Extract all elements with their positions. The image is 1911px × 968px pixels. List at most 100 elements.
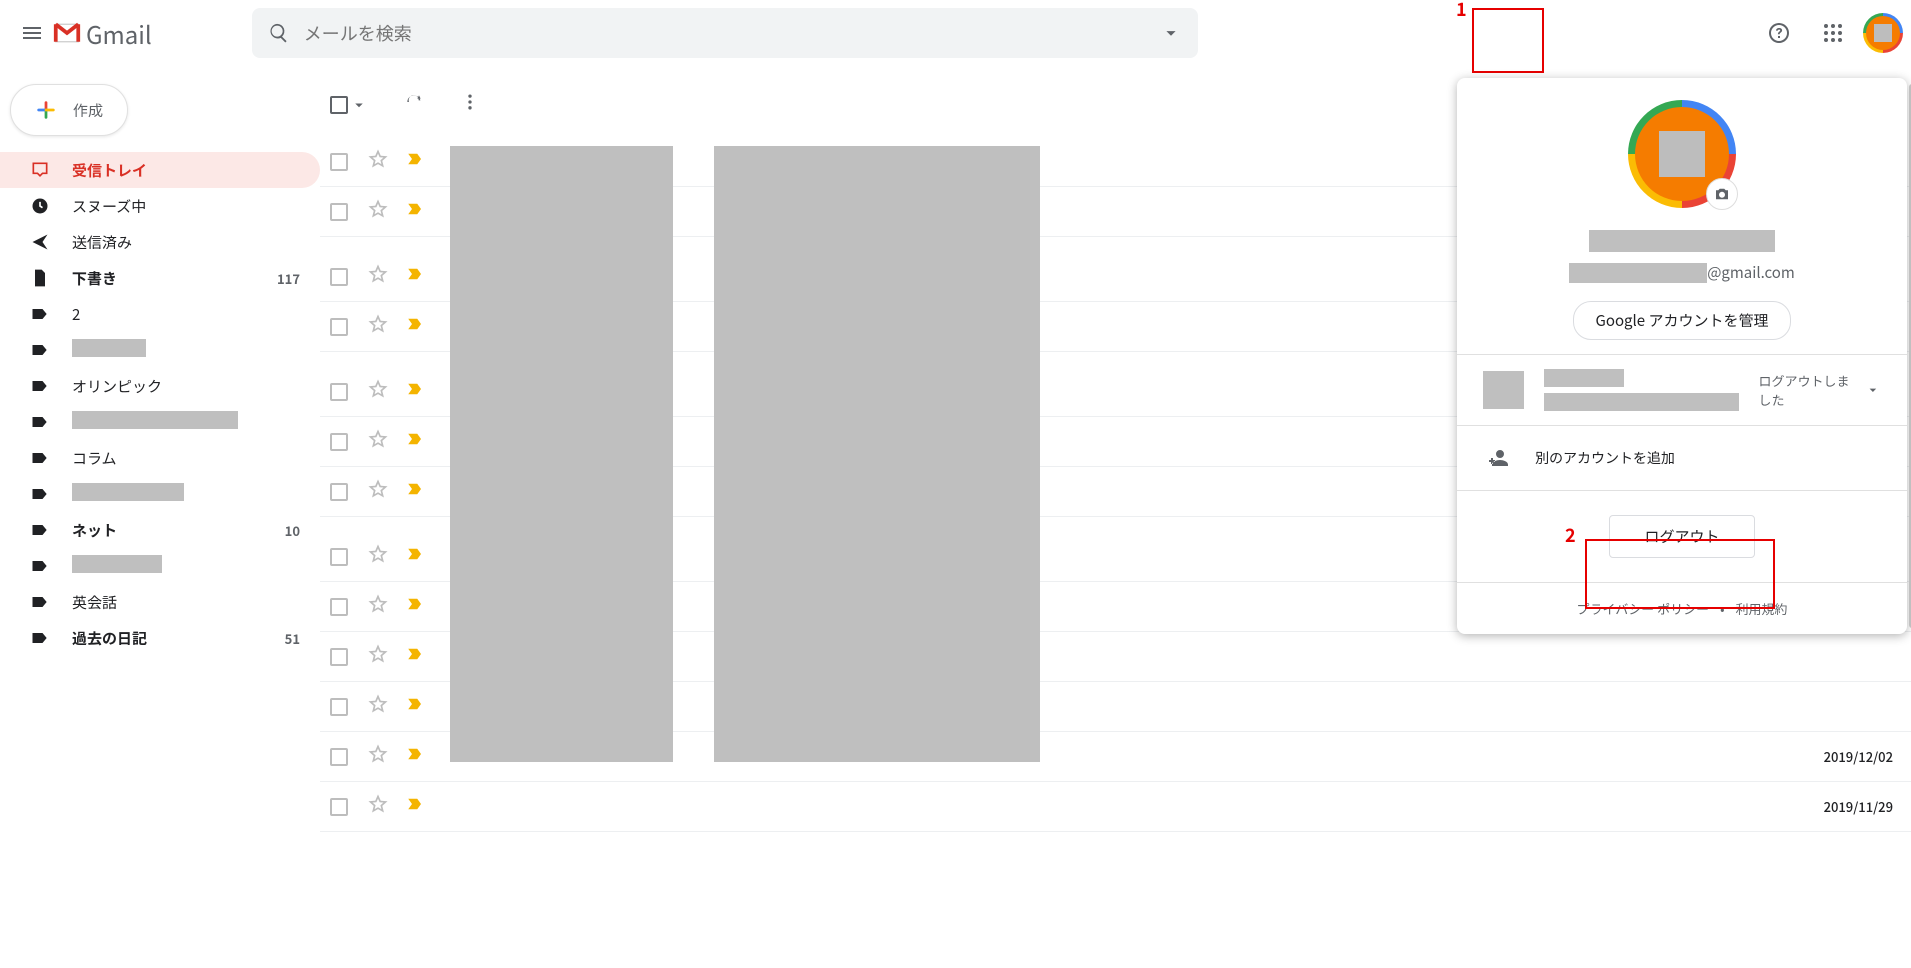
- star-button[interactable]: [368, 379, 388, 404]
- compose-button[interactable]: 作成: [10, 84, 128, 136]
- importance-button[interactable]: [406, 430, 424, 453]
- star-button[interactable]: [368, 544, 388, 569]
- account-popup: @gmail.com Google アカウントを管理 ログアウトしました 別のア…: [1457, 78, 1907, 634]
- row-checkbox[interactable]: [330, 548, 348, 566]
- star-button[interactable]: [368, 264, 388, 289]
- row-checkbox[interactable]: [330, 268, 348, 286]
- sidebar-item-9[interactable]: [0, 476, 320, 512]
- sidebar-count: 10: [285, 521, 300, 540]
- sidebar-count: 117: [277, 269, 300, 288]
- sidebar-item-8[interactable]: コラム: [0, 440, 320, 476]
- privacy-link[interactable]: プライバシー ポリシー: [1577, 599, 1710, 618]
- star-button[interactable]: [368, 744, 388, 769]
- star-button[interactable]: [368, 644, 388, 669]
- importance-button[interactable]: [406, 695, 424, 718]
- star-button[interactable]: [368, 694, 388, 719]
- help-button[interactable]: [1755, 9, 1803, 57]
- star-button[interactable]: [368, 794, 388, 819]
- row-checkbox[interactable]: [330, 383, 348, 401]
- refresh-button[interactable]: [404, 92, 424, 117]
- sidebar-item-5[interactable]: [0, 332, 320, 368]
- importance-button[interactable]: [406, 480, 424, 503]
- manage-account-button[interactable]: Google アカウントを管理: [1573, 301, 1792, 340]
- row-checkbox[interactable]: [330, 153, 348, 171]
- row-checkbox[interactable]: [330, 748, 348, 766]
- sidebar-item-2[interactable]: 送信済み: [0, 224, 320, 260]
- row-checkbox[interactable]: [330, 433, 348, 451]
- mail-row[interactable]: 2019/12/02: [320, 732, 1911, 782]
- header: Gmail: [0, 0, 1911, 78]
- row-checkbox[interactable]: [330, 798, 348, 816]
- label-icon: [30, 412, 50, 432]
- other-account-row[interactable]: ログアウトしました: [1457, 355, 1907, 426]
- importance-button[interactable]: [406, 265, 424, 288]
- importance-button[interactable]: [406, 795, 424, 818]
- gmail-logo[interactable]: Gmail: [52, 16, 152, 51]
- star-icon: [368, 199, 388, 219]
- importance-icon: [406, 745, 424, 763]
- row-checkbox[interactable]: [330, 698, 348, 716]
- sidebar-item-4[interactable]: 2: [0, 296, 320, 332]
- sidebar-item-3[interactable]: 下書き117: [0, 260, 320, 296]
- row-checkbox[interactable]: [330, 648, 348, 666]
- importance-button[interactable]: [406, 150, 424, 173]
- logout-button[interactable]: ログアウト: [1609, 515, 1754, 558]
- mail-row[interactable]: [320, 632, 1911, 682]
- mail-row[interactable]: [320, 682, 1911, 732]
- search-input[interactable]: [302, 19, 1148, 47]
- sidebar-item-13[interactable]: 過去の日記51: [0, 620, 320, 656]
- row-checkbox[interactable]: [330, 203, 348, 221]
- importance-button[interactable]: [406, 745, 424, 768]
- star-button[interactable]: [368, 479, 388, 504]
- mail-date: 2019/12/02: [1806, 747, 1911, 766]
- more-button[interactable]: [460, 92, 480, 117]
- importance-button[interactable]: [406, 380, 424, 403]
- add-account-button[interactable]: 別のアカウントを追加: [1457, 426, 1907, 491]
- account-avatar-button[interactable]: [1863, 13, 1903, 53]
- row-checkbox[interactable]: [330, 483, 348, 501]
- importance-icon: [406, 695, 424, 713]
- star-icon: [368, 744, 388, 764]
- importance-button[interactable]: [406, 545, 424, 568]
- row-checkbox[interactable]: [330, 318, 348, 336]
- importance-icon: [406, 380, 424, 398]
- importance-button[interactable]: [406, 200, 424, 223]
- other-account-avatar: [1483, 371, 1524, 409]
- sidebar-item-6[interactable]: オリンピック: [0, 368, 320, 404]
- importance-button[interactable]: [406, 645, 424, 668]
- select-all-button[interactable]: [330, 96, 368, 114]
- apps-button[interactable]: [1809, 9, 1857, 57]
- chevron-down-icon[interactable]: [1865, 381, 1881, 399]
- select-all-checkbox[interactable]: [330, 96, 348, 114]
- sidebar-label: オリンピック: [72, 376, 300, 397]
- sidebar-item-7[interactable]: [0, 404, 320, 440]
- row-checkbox[interactable]: [330, 598, 348, 616]
- star-button[interactable]: [368, 149, 388, 174]
- star-button[interactable]: [368, 429, 388, 454]
- other-account-name-redacted: [1544, 369, 1624, 387]
- sidebar-item-11[interactable]: [0, 548, 320, 584]
- sidebar-label: 受信トレイ: [72, 160, 300, 181]
- star-icon: [368, 644, 388, 664]
- sidebar-item-1[interactable]: スヌーズ中: [0, 188, 320, 224]
- importance-icon: [406, 200, 424, 218]
- search-options-icon[interactable]: [1160, 22, 1182, 44]
- sidebar-item-10[interactable]: ネット10: [0, 512, 320, 548]
- change-photo-button[interactable]: [1706, 178, 1738, 210]
- importance-button[interactable]: [406, 315, 424, 338]
- label-icon: [30, 520, 50, 540]
- sidebar-item-12[interactable]: 英会話: [0, 584, 320, 620]
- importance-button[interactable]: [406, 595, 424, 618]
- terms-link[interactable]: 利用規約: [1735, 599, 1787, 618]
- label-icon: [30, 304, 50, 324]
- mail-row[interactable]: 2019/11/29: [320, 782, 1911, 832]
- menu-button[interactable]: [8, 9, 56, 57]
- refresh-icon: [404, 92, 424, 112]
- star-button[interactable]: [368, 199, 388, 224]
- star-button[interactable]: [368, 594, 388, 619]
- star-icon: [368, 149, 388, 169]
- sidebar-item-0[interactable]: 受信トレイ: [0, 152, 320, 188]
- search-bar[interactable]: [252, 8, 1198, 58]
- plus-icon: [35, 99, 57, 121]
- star-button[interactable]: [368, 314, 388, 339]
